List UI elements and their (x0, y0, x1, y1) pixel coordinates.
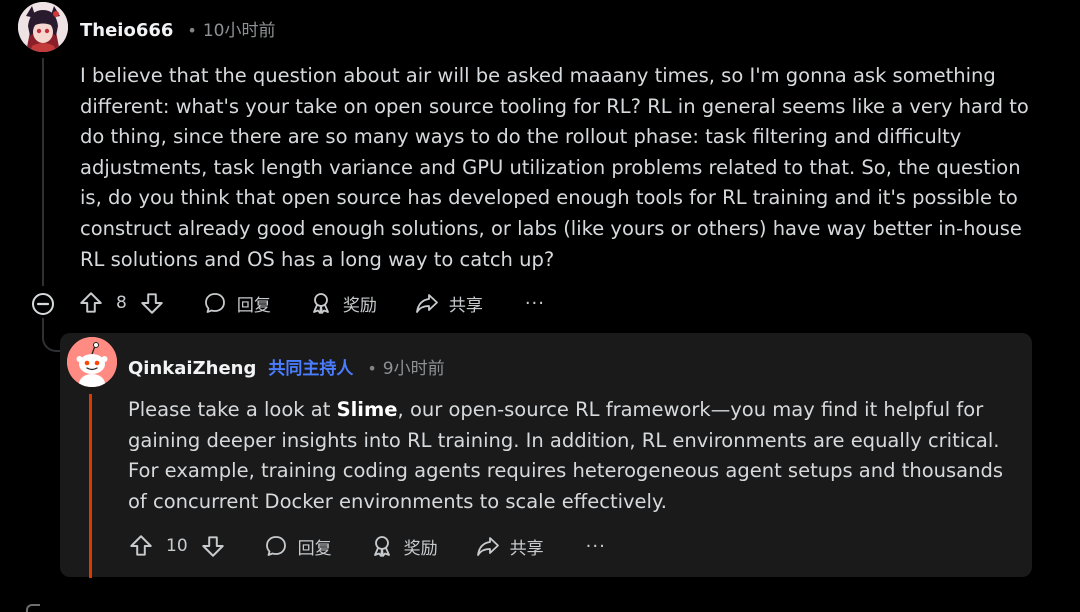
reply-accent-bar (89, 394, 92, 578)
award-label: 奖励 (403, 538, 438, 559)
reply-button[interactable]: 回复 (203, 291, 271, 316)
timestamp: 9小时前 (382, 359, 445, 379)
reply-label: 回复 (236, 295, 271, 316)
collapse-icon (32, 293, 54, 315)
comment-body: I believe that the question about air wi… (80, 64, 1029, 271)
collapse-button[interactable] (31, 292, 55, 316)
downvote-button[interactable] (200, 533, 226, 559)
thread-line (42, 58, 44, 286)
anime-avatar-icon (18, 2, 68, 52)
reply-body-prefix: Please take a look at (128, 398, 337, 421)
user-flair: 共同主持人 (268, 359, 354, 379)
comment-meta: Theio666 • 10小时前 (80, 16, 276, 41)
comment-actions: 8 回复 奖励 共享 ··· (78, 290, 545, 316)
reply-button[interactable]: 回复 (264, 534, 332, 559)
upvote-icon (80, 292, 102, 313)
thread-line (26, 604, 40, 612)
comment-icon (265, 536, 286, 556)
comment-icon (204, 293, 225, 313)
award-icon (373, 536, 390, 557)
reply-body: Please take a look at Slime, our open-so… (128, 395, 1018, 517)
downvote-button[interactable] (139, 290, 165, 316)
award-label: 奖励 (342, 295, 377, 316)
share-button[interactable]: 共享 (476, 534, 544, 559)
avatar[interactable] (18, 2, 68, 52)
avatar[interactable] (67, 337, 117, 387)
share-icon (476, 537, 499, 556)
downvote-icon (141, 293, 163, 314)
snoo-avatar-icon (67, 337, 117, 387)
award-icon (312, 293, 329, 314)
more-options-button[interactable]: ··· (525, 293, 545, 314)
comment-actions: 10 回复 奖励 共享 ··· (128, 533, 606, 559)
meta-separator: • (367, 359, 377, 378)
timestamp: 10小时前 (202, 21, 276, 41)
share-label: 共享 (448, 295, 483, 316)
award-button[interactable]: 奖励 (309, 291, 377, 316)
award-button[interactable]: 奖励 (370, 534, 438, 559)
upvote-button[interactable] (128, 533, 154, 559)
more-options-button[interactable]: ··· (586, 536, 606, 557)
meta-separator: • (187, 21, 197, 40)
reply-label: 回复 (297, 538, 332, 559)
vote-count: 10 (166, 536, 188, 556)
vote-count: 8 (116, 293, 127, 313)
upvote-button[interactable] (78, 290, 104, 316)
share-button[interactable]: 共享 (415, 291, 483, 316)
username[interactable]: Theio666 (80, 20, 173, 41)
comment-meta: QinkaiZheng 共同主持人 • 9小时前 (128, 354, 445, 379)
slime-link[interactable]: Slime (337, 398, 398, 421)
downvote-icon (201, 536, 224, 557)
upvote-icon (130, 535, 152, 556)
share-label: 共享 (509, 538, 544, 559)
share-icon (415, 294, 438, 313)
username[interactable]: QinkaiZheng (128, 358, 256, 379)
